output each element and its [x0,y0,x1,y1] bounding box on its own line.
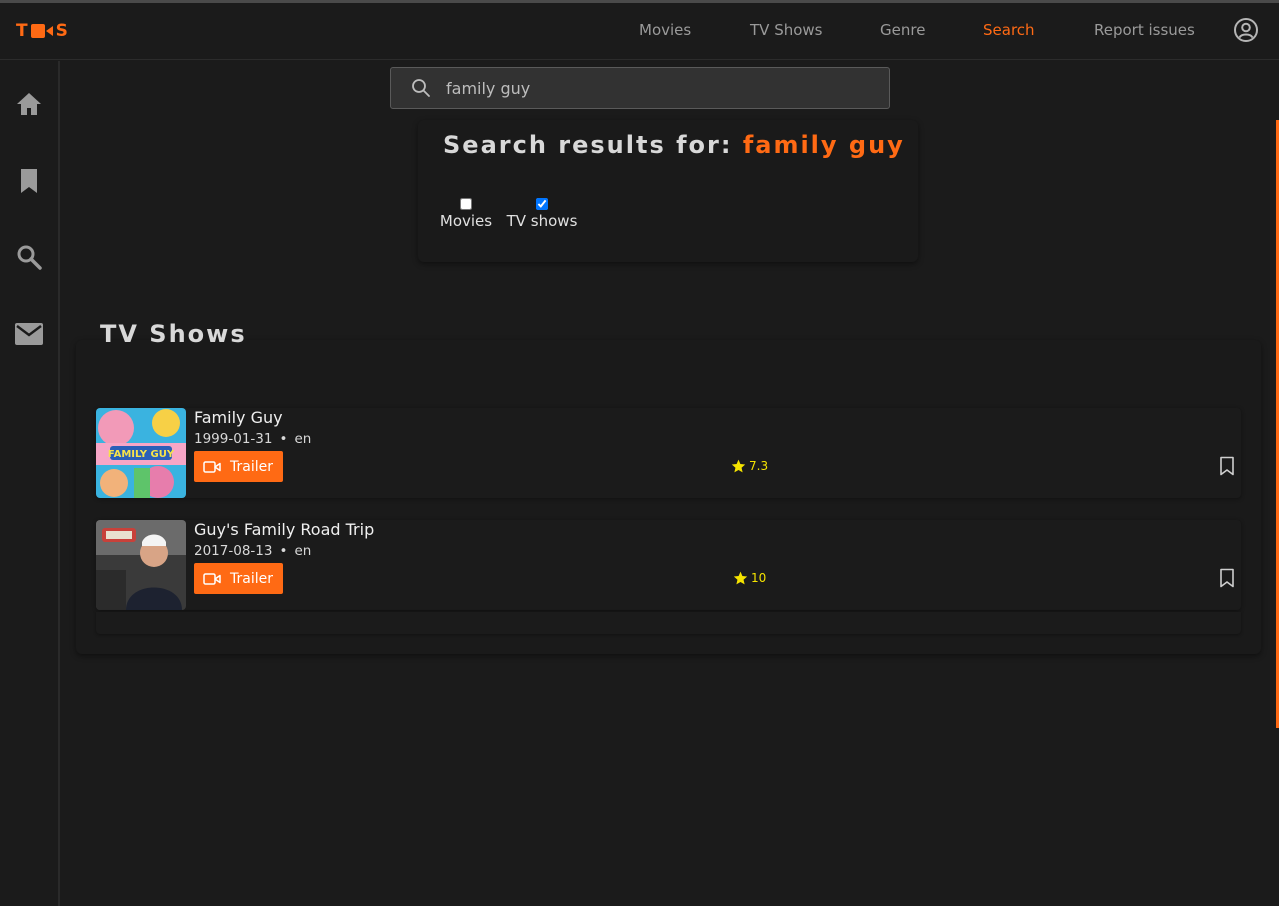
show-meta: 1999-01-31 • en [194,431,311,447]
movies-checkbox[interactable] [460,198,472,210]
meta-separator: • [279,543,288,559]
bookmark-icon[interactable] [1218,568,1236,588]
show-title[interactable]: Family Guy [194,408,283,427]
search-icon [411,78,431,98]
mail-icon[interactable] [15,320,43,348]
svg-text:FAMILY GUY: FAMILY GUY [108,449,175,460]
nav-report-issues[interactable]: Report issues [1094,21,1195,39]
nav-search[interactable]: Search [983,21,1035,39]
user-circle-icon[interactable] [1233,17,1259,43]
site-logo[interactable]: T S [16,20,68,42]
filter-tv-shows[interactable]: TV shows [504,198,580,230]
logo-letter-s: S [55,21,68,41]
list-item[interactable]: Guy's Family Road Trip 2017-08-13 • en Tra… [96,520,1241,610]
trailer-button[interactable]: Trailer [194,451,283,482]
meta-separator: • [279,431,288,447]
nav-tv-shows[interactable]: TV Shows [750,21,822,39]
release-date: 1999-01-31 [194,431,273,447]
search-bar[interactable] [390,67,890,109]
star-icon [733,571,748,585]
nav-movies[interactable]: Movies [639,21,691,39]
poster-image[interactable]: FAMILY GUY [96,408,186,498]
release-date: 2017-08-13 [194,543,273,559]
tv-shows-checkbox[interactable] [536,198,548,210]
poster-image[interactable] [96,520,186,610]
section-title: TV Shows [100,320,247,348]
camera-icon [30,24,53,38]
rating-value: 7.3 [749,459,769,473]
bookmark-icon[interactable] [1218,456,1236,476]
top-navbar: T S Movies TV Shows Genre Search Report … [0,3,1279,60]
list-item[interactable]: FAMILY GUY Family Guy 1999-01-31 • en Trai… [96,408,1241,498]
trailer-button[interactable]: Trailer [194,563,283,594]
logo-letter-t: T [16,21,28,41]
language: en [294,543,312,559]
nav-genre[interactable]: Genre [880,21,925,39]
list-footer [96,612,1241,634]
star-icon [731,459,746,473]
video-camera-icon [203,460,221,473]
home-icon[interactable] [15,90,43,118]
show-title[interactable]: Guy's Family Road Trip [194,520,374,539]
search-input[interactable] [446,76,866,100]
rating: 7.3 [731,459,768,473]
trailer-label: Trailer [230,458,273,475]
show-meta: 2017-08-13 • en [194,543,311,559]
filter-movies-label: Movies [439,212,493,230]
sidebar [0,61,60,906]
rating-value: 10 [751,571,767,585]
trailer-label: Trailer [230,570,273,587]
search-icon[interactable] [15,243,43,271]
bookmark-icon[interactable] [15,167,43,195]
results-heading: Search results for: family guy [443,131,905,159]
filter-movies[interactable]: Movies [438,198,494,230]
rating: 10 [733,571,766,585]
search-results-card: Search results for: family guy Movies TV… [418,120,918,262]
results-query: family guy [742,131,905,159]
video-camera-icon [203,572,221,585]
results-prefix: Search results for: [443,131,733,159]
language: en [294,431,312,447]
filter-tv-shows-label: TV shows [506,212,578,230]
